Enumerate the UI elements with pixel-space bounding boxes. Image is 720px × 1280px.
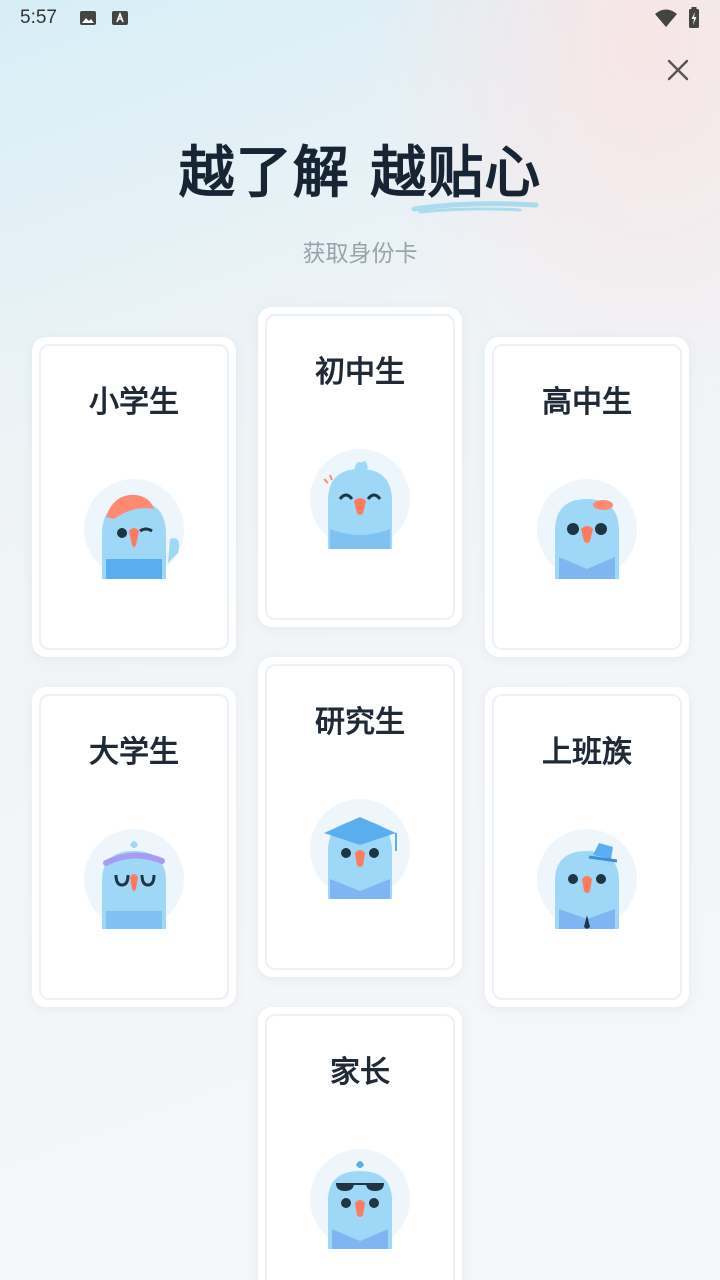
identity-card-office-worker[interactable]: 上班族 — [485, 687, 689, 1007]
bird-happy-avatar-icon — [310, 449, 410, 549]
identity-card-middle-school[interactable]: 初中生 — [258, 307, 462, 627]
image-icon — [79, 11, 96, 25]
card-label: 家长 — [330, 1055, 390, 1090]
identity-card-high-school[interactable]: 高中生 — [485, 337, 689, 657]
page-title: 越了解 越贴心 — [0, 128, 720, 214]
title-part-2: 越贴心 — [370, 141, 542, 206]
close-button[interactable] — [662, 54, 694, 86]
bird-beret-avatar-icon — [537, 479, 637, 579]
bird-hat-tie-avatar-icon — [537, 829, 637, 929]
identity-card-graduate[interactable]: 研究生 — [258, 657, 462, 977]
card-label: 小学生 — [89, 385, 179, 420]
bird-cap-avatar-icon — [84, 479, 184, 579]
title-part-1: 越了解 — [178, 141, 350, 206]
font-download-icon — [111, 11, 128, 25]
identity-card-primary-student[interactable]: 小学生 — [32, 337, 236, 657]
close-icon — [667, 59, 689, 81]
identity-card-college[interactable]: 大学生 — [32, 687, 236, 1007]
bird-sunglasses-avatar-icon — [310, 1149, 410, 1249]
status-bar: 5:57 — [0, 0, 720, 36]
status-time: 5:57 — [20, 7, 57, 28]
card-label: 初中生 — [315, 355, 405, 390]
card-label: 高中生 — [542, 385, 632, 420]
card-label: 大学生 — [89, 735, 179, 770]
card-label: 上班族 — [542, 735, 632, 770]
page-subtitle: 获取身份卡 — [302, 241, 418, 267]
wifi-icon — [655, 9, 677, 27]
bird-graduation-cap-avatar-icon — [310, 799, 410, 899]
battery-icon — [689, 7, 699, 28]
title-part-2-wrap: 越贴心 — [370, 128, 542, 214]
bird-headband-avatar-icon — [84, 829, 184, 929]
identity-card-parent[interactable]: 家长 — [258, 1007, 462, 1280]
card-label: 研究生 — [315, 705, 405, 740]
